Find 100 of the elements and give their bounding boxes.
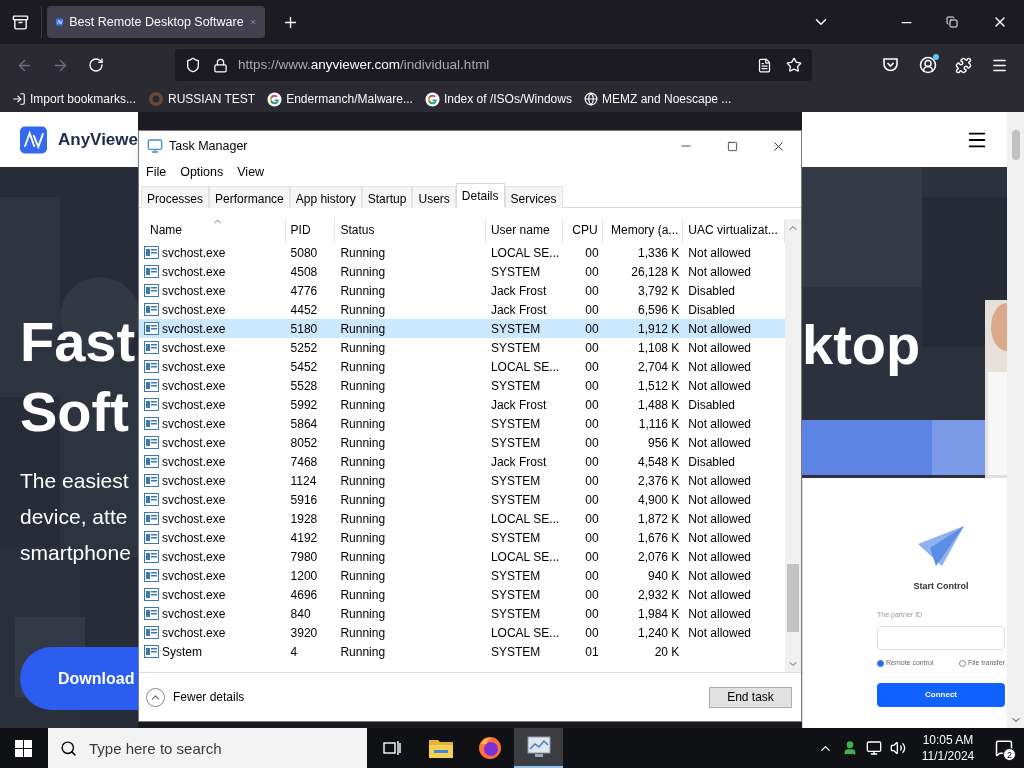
- table-cell-text: SYSTEM: [490, 339, 541, 357]
- address-bar[interactable]: https://www.anyviewer.com/individual.html: [175, 49, 812, 81]
- tab[interactable]: App history: [289, 186, 362, 208]
- table-cell-text: Running: [340, 586, 386, 604]
- process-row[interactable]: svchost.exe 3920 Running LOCAL SE... 00 1,240 K Not allowed: [139, 623, 786, 642]
- process-row[interactable]: System 4 Running SYSTEM 01 20 K: [139, 642, 786, 661]
- brand-name[interactable]: AnyViewe: [58, 126, 138, 153]
- process-row[interactable]: svchost.exe 5528 Running SYSTEM 00 1,512 K Not allowed: [139, 376, 786, 395]
- tab-box-icon[interactable]: [12, 13, 29, 31]
- column-header[interactable]: User name: [485, 219, 563, 243]
- process-row[interactable]: svchost.exe 5452 Running LOCAL SE... 00 2,704 K Not allowed: [139, 357, 786, 376]
- logo-icon[interactable]: [20, 125, 47, 154]
- fewer-details-toggle[interactable]: Fewer details: [146, 687, 245, 707]
- process-row[interactable]: svchost.exe 7468 Running Jack Frost 00 4,548 K Disabled: [139, 452, 786, 471]
- scrollbar-thumb[interactable]: [1011, 130, 1020, 160]
- network-icon[interactable]: [866, 740, 882, 756]
- connect-button[interactable]: Connect: [877, 682, 1005, 707]
- process-row[interactable]: svchost.exe 1928 Running LOCAL SE... 00 1,872 K Not allowed: [139, 509, 786, 528]
- table-cell-text: svchost.exe: [162, 586, 226, 604]
- process-row[interactable]: svchost.exe 1124 Running SYSTEM 00 2,376 K Not allowed: [139, 471, 786, 490]
- tab[interactable]: Users: [412, 186, 456, 208]
- menu-item[interactable]: File: [139, 162, 174, 182]
- windows-logo-icon[interactable]: [15, 739, 32, 757]
- process-row[interactable]: svchost.exe 5180 Running SYSTEM 00 1,912 K Not allowed: [139, 319, 786, 338]
- window-title: Task Manager: [169, 137, 248, 155]
- person-icon[interactable]: [842, 740, 858, 756]
- clock[interactable]: 10:05 AM 11/1/2024: [912, 732, 984, 764]
- volume-icon[interactable]: [890, 740, 906, 756]
- process-row[interactable]: svchost.exe 4776 Running Jack Frost 00 3,792 K Disabled: [139, 281, 786, 300]
- process-row[interactable]: svchost.exe 4508 Running SYSTEM 00 26,128 K Not allowed: [139, 262, 786, 281]
- table-cell-text: svchost.exe: [162, 396, 226, 414]
- menu-item[interactable]: View: [230, 162, 272, 182]
- column-header[interactable]: Memory (a...: [602, 219, 684, 243]
- tab[interactable]: Services: [504, 186, 563, 208]
- table-cell-text: Not allowed: [688, 263, 752, 281]
- hero-text: device, atte: [20, 504, 129, 530]
- table-cell-text: 5180: [290, 320, 318, 338]
- table-cell-text: LOCAL SE...: [490, 510, 560, 528]
- account-icon[interactable]: [919, 56, 937, 74]
- process-row[interactable]: svchost.exe 840 Running SYSTEM 00 1,984 K Not allowed: [139, 604, 786, 623]
- browser-tab[interactable]: Best Remote Desktop Software: [47, 6, 265, 38]
- table-cell-text: svchost.exe: [162, 320, 226, 338]
- process-row[interactable]: svchost.exe 5992 Running Jack Frost 00 1,488 K Disabled: [139, 395, 786, 414]
- bookmark-item[interactable]: Index of /ISOs/Windows: [424, 90, 572, 108]
- column-header[interactable]: CPU: [562, 219, 603, 243]
- process-row[interactable]: svchost.exe 4452 Running Jack Frost 00 6,596 K Disabled: [139, 300, 786, 319]
- table-cell-text: 7468: [290, 453, 318, 471]
- column-header[interactable]: Name: [139, 219, 286, 243]
- taskbar-app[interactable]: [514, 728, 563, 768]
- bookmark-item[interactable]: Import bookmarks...: [12, 90, 137, 108]
- process-row[interactable]: svchost.exe 1200 Running SYSTEM 00 940 K Not allowed: [139, 566, 786, 585]
- process-icon: [144, 645, 159, 658]
- menu-item[interactable]: Options: [173, 162, 231, 182]
- hero-text: The easiest: [20, 468, 130, 494]
- process-row[interactable]: svchost.exe 5864 Running SYSTEM 00 1,116 K Not allowed: [139, 414, 786, 433]
- process-icon: [144, 531, 159, 544]
- scrollbar[interactable]: [785, 219, 801, 672]
- scrollbar-thumb[interactable]: [787, 564, 799, 632]
- process-row[interactable]: svchost.exe 7980 Running LOCAL SE... 00 2,076 K Not allowed: [139, 547, 786, 566]
- table-cell-text: Not allowed: [688, 548, 752, 566]
- column-header[interactable]: Status: [335, 219, 486, 243]
- column-header[interactable]: PID: [285, 219, 336, 243]
- extensions-icon[interactable]: [955, 56, 972, 74]
- table-cell-text: 00: [585, 491, 599, 509]
- tab[interactable]: Processes: [141, 186, 210, 208]
- restore-icon[interactable]: [946, 16, 958, 28]
- table-cell-text: Not allowed: [688, 510, 752, 528]
- reload-icon[interactable]: [88, 57, 104, 73]
- table-cell-text: 1200: [290, 567, 318, 585]
- table-cell-text: 1,240 K: [637, 624, 680, 642]
- bookmark-item[interactable]: MEMZ and Noescape ...: [583, 90, 732, 108]
- tab[interactable]: Details: [455, 183, 505, 208]
- pocket-icon[interactable]: [882, 57, 899, 73]
- partner-id-field[interactable]: [877, 626, 1005, 650]
- download-button[interactable]: Download: [20, 647, 138, 710]
- tab[interactable]: Performance: [209, 186, 290, 208]
- page-scrollbar[interactable]: [1007, 112, 1024, 728]
- process-row[interactable]: svchost.exe 4192 Running SYSTEM 00 1,676 K Not allowed: [139, 528, 786, 547]
- process-row[interactable]: svchost.exe 5080 Running LOCAL SE... 00 1,336 K Not allowed: [139, 243, 786, 262]
- process-row[interactable]: svchost.exe 5252 Running SYSTEM 00 1,108 K Not allowed: [139, 338, 786, 357]
- table-cell-text: svchost.exe: [162, 339, 226, 357]
- table-cell-text: 00: [585, 434, 599, 452]
- hero-heading: ktop: [802, 315, 921, 375]
- bookmark-item[interactable]: RUSSIAN TEST: [148, 90, 256, 108]
- reader-view-icon[interactable]: [757, 57, 772, 73]
- firefox-icon: [477, 736, 502, 760]
- table-cell-text: 2,376 K: [637, 472, 680, 490]
- end-task-button[interactable]: End task: [709, 686, 792, 708]
- star-icon[interactable]: [786, 57, 802, 73]
- process-row[interactable]: svchost.exe 8052 Running SYSTEM 00 956 K Not allowed: [139, 433, 786, 452]
- process-row[interactable]: svchost.exe 4696 Running SYSTEM 00 2,932 K Not allowed: [139, 585, 786, 604]
- tab[interactable]: Startup: [361, 186, 413, 208]
- process-row[interactable]: svchost.exe 5916 Running SYSTEM 00 4,900 K Not allowed: [139, 490, 786, 509]
- shield-icon[interactable]: [185, 57, 201, 73]
- table-cell-text: 4192: [290, 529, 318, 547]
- table-cell-text: SYSTEM: [490, 434, 541, 452]
- table-cell-text: 1124: [290, 472, 317, 490]
- bookmark-item[interactable]: Endermanch/Malware...: [267, 90, 413, 108]
- lock-icon[interactable]: [213, 57, 228, 73]
- table-cell-text: 00: [585, 586, 599, 604]
